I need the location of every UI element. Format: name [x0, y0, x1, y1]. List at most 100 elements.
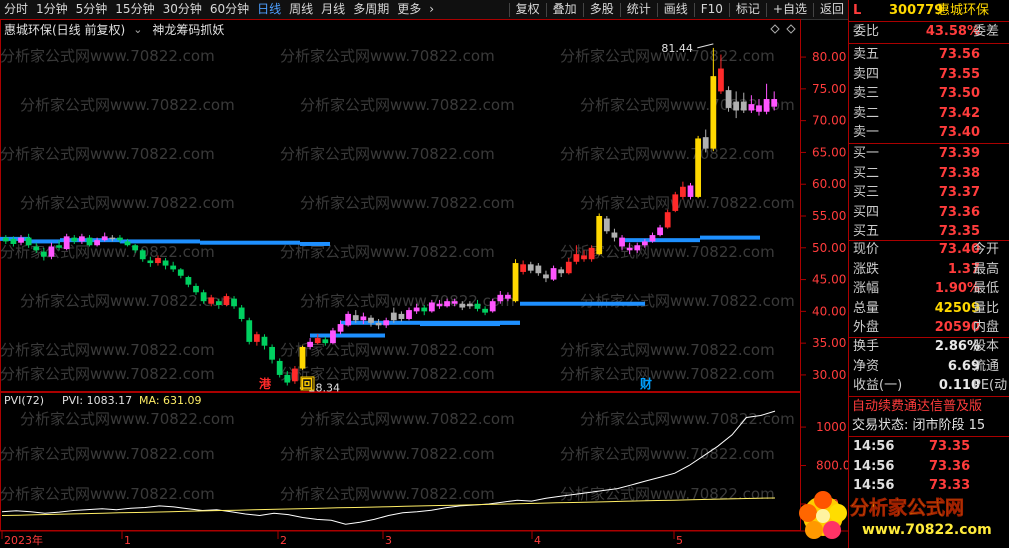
toolbar-button[interactable]: 统计 — [623, 0, 655, 19]
tick-time: 14:56 — [853, 458, 895, 474]
candle — [558, 266, 565, 278]
chip-band — [200, 240, 300, 245]
candle — [680, 181, 686, 200]
candle — [649, 232, 656, 243]
period-tab[interactable]: 15分钟 — [111, 0, 158, 19]
panel-divider — [849, 436, 1009, 437]
candle — [185, 275, 192, 288]
bid-row-label: 买一 — [853, 146, 880, 161]
indicator-title[interactable]: 神龙筹码抓妖 — [152, 21, 224, 38]
price-axis-label: 70.00 — [812, 114, 846, 128]
period-tab[interactable]: 多周期 — [349, 0, 393, 19]
ask-row-value: 73.55 — [938, 66, 980, 82]
candle — [398, 311, 405, 322]
bid-row-value: 73.35 — [938, 224, 980, 239]
toolbar: 分时 1分钟 5分钟 15分钟 30分钟 60分钟 日线 周线 月线 多周期 更多 › 复权 叠加 多股 统计… — [0, 0, 848, 20]
fund-row-extra: 流通 — [973, 358, 1000, 374]
period-tab[interactable]: 日线 — [253, 0, 285, 19]
price-axis-label: 40.00 — [812, 304, 846, 318]
site-logo: 分析家公式网 www.70822.com — [799, 491, 992, 539]
stat-row: 总量 42509 量比 — [849, 300, 1009, 318]
candle — [512, 259, 519, 303]
bid-row-label: 买四 — [853, 204, 880, 220]
toolbar-divider — [812, 2, 814, 17]
fund-row-extra: 股本 — [973, 339, 1000, 354]
notice-link[interactable]: 自动续费通达信普及版 — [849, 398, 1009, 416]
time-axis-label: 2023年 — [4, 533, 43, 547]
toolbar-button[interactable]: F10 — [697, 0, 727, 19]
toolbar-divider — [545, 2, 547, 17]
candle — [299, 345, 306, 370]
candle — [170, 261, 177, 272]
bid-row: 买四 73.36 — [849, 204, 1009, 222]
chip-band — [120, 239, 200, 244]
chip-band — [700, 235, 760, 240]
period-tab[interactable]: 分时 — [0, 0, 32, 19]
weibi-row-extra: 委差 — [973, 24, 1000, 39]
toolbar-button[interactable]: +自选 — [769, 0, 811, 19]
bid-row-label: 买二 — [853, 165, 880, 181]
stock-header: L 300779 惠城环保 — [849, 2, 1009, 20]
stat-row-extra: 今开 — [973, 242, 1000, 257]
candle — [550, 265, 557, 281]
high-price-label: 81.44 — [661, 42, 693, 55]
chip-band — [30, 239, 60, 244]
toolbar-button[interactable]: 标记 — [732, 0, 764, 19]
chip-band — [420, 322, 500, 327]
watermark-text: 分析家公式网www.70822.com — [280, 485, 495, 503]
fund-row-label: 收益(一) — [853, 378, 903, 393]
stock-title: 惠城环保(日线 前复权) — [4, 22, 126, 37]
logo-url: www.70822.com — [862, 522, 992, 538]
panel-divider — [849, 396, 1009, 397]
candle — [246, 317, 253, 345]
panel-divider — [849, 43, 1009, 44]
candle — [253, 331, 260, 346]
period-tab[interactable]: 60分钟 — [206, 0, 253, 19]
candle — [375, 318, 382, 330]
toolbar-button[interactable]: 复权 — [512, 0, 544, 19]
ask-row-value: 73.40 — [938, 125, 980, 140]
period-tab[interactable]: 更多 — [393, 0, 425, 19]
chart-area[interactable]: 分析家公式网www.70822.com 分析家公式网www.70822.com 分析… — [0, 19, 848, 548]
ask-row: 卖四 73.55 — [849, 66, 1009, 84]
toolbar-button[interactable]: 返回 — [816, 0, 848, 19]
price-axis-label: 45.00 — [812, 273, 846, 287]
period-tab[interactable]: 5分钟 — [72, 0, 112, 19]
bid-row: 买二 73.38 — [849, 165, 1009, 183]
time-axis-label: 5 — [676, 534, 683, 547]
price-axis-label: 75.00 — [812, 82, 846, 96]
watermark-text: 分析家公式网www.70822.com — [0, 485, 215, 503]
price-axis-label: 50.00 — [812, 241, 846, 255]
toolbar-button[interactable]: 叠加 — [549, 0, 581, 19]
weibi-row-label: 委比 — [853, 24, 880, 39]
candle — [292, 366, 298, 384]
period-tab[interactable]: 30分钟 — [159, 0, 206, 19]
candle — [177, 268, 184, 279]
chip-band — [520, 301, 645, 306]
stat-row-label: 涨跌 — [853, 261, 880, 277]
toolbar-button[interactable]: 画线 — [660, 0, 692, 19]
toolbar-button[interactable]: 多股 — [586, 0, 618, 19]
chip-band — [620, 238, 700, 243]
period-tab[interactable]: 1分钟 — [32, 0, 72, 19]
watermark-text: 分析家公式网www.70822.com — [280, 47, 495, 65]
notice-text: 自动续费通达信普及版 — [852, 399, 983, 414]
bid-row-value: 73.38 — [938, 165, 980, 181]
candle — [330, 327, 336, 345]
candle — [603, 216, 610, 234]
watermark-text: 分析家公式网www.70822.com — [560, 445, 775, 463]
time-axis-label: 4 — [534, 534, 541, 547]
tick-time: 14:56 — [853, 439, 895, 454]
period-tab[interactable]: 月线 — [317, 0, 349, 19]
candle — [383, 317, 390, 328]
stat-row: 涨幅 1.90% 最低 — [849, 280, 1009, 298]
panel-divider — [849, 21, 1009, 22]
period-tab[interactable]: 周线 — [285, 0, 317, 19]
ask-row: 卖三 73.50 — [849, 85, 1009, 103]
stat-row-label: 总量 — [853, 300, 880, 316]
chevron-down-icon[interactable]: ⌄ — [133, 23, 142, 36]
chevron-right-icon[interactable]: › — [425, 0, 438, 19]
toolbar-divider — [656, 2, 658, 17]
event-marker-label: 财 — [639, 376, 652, 391]
candle — [664, 209, 671, 229]
